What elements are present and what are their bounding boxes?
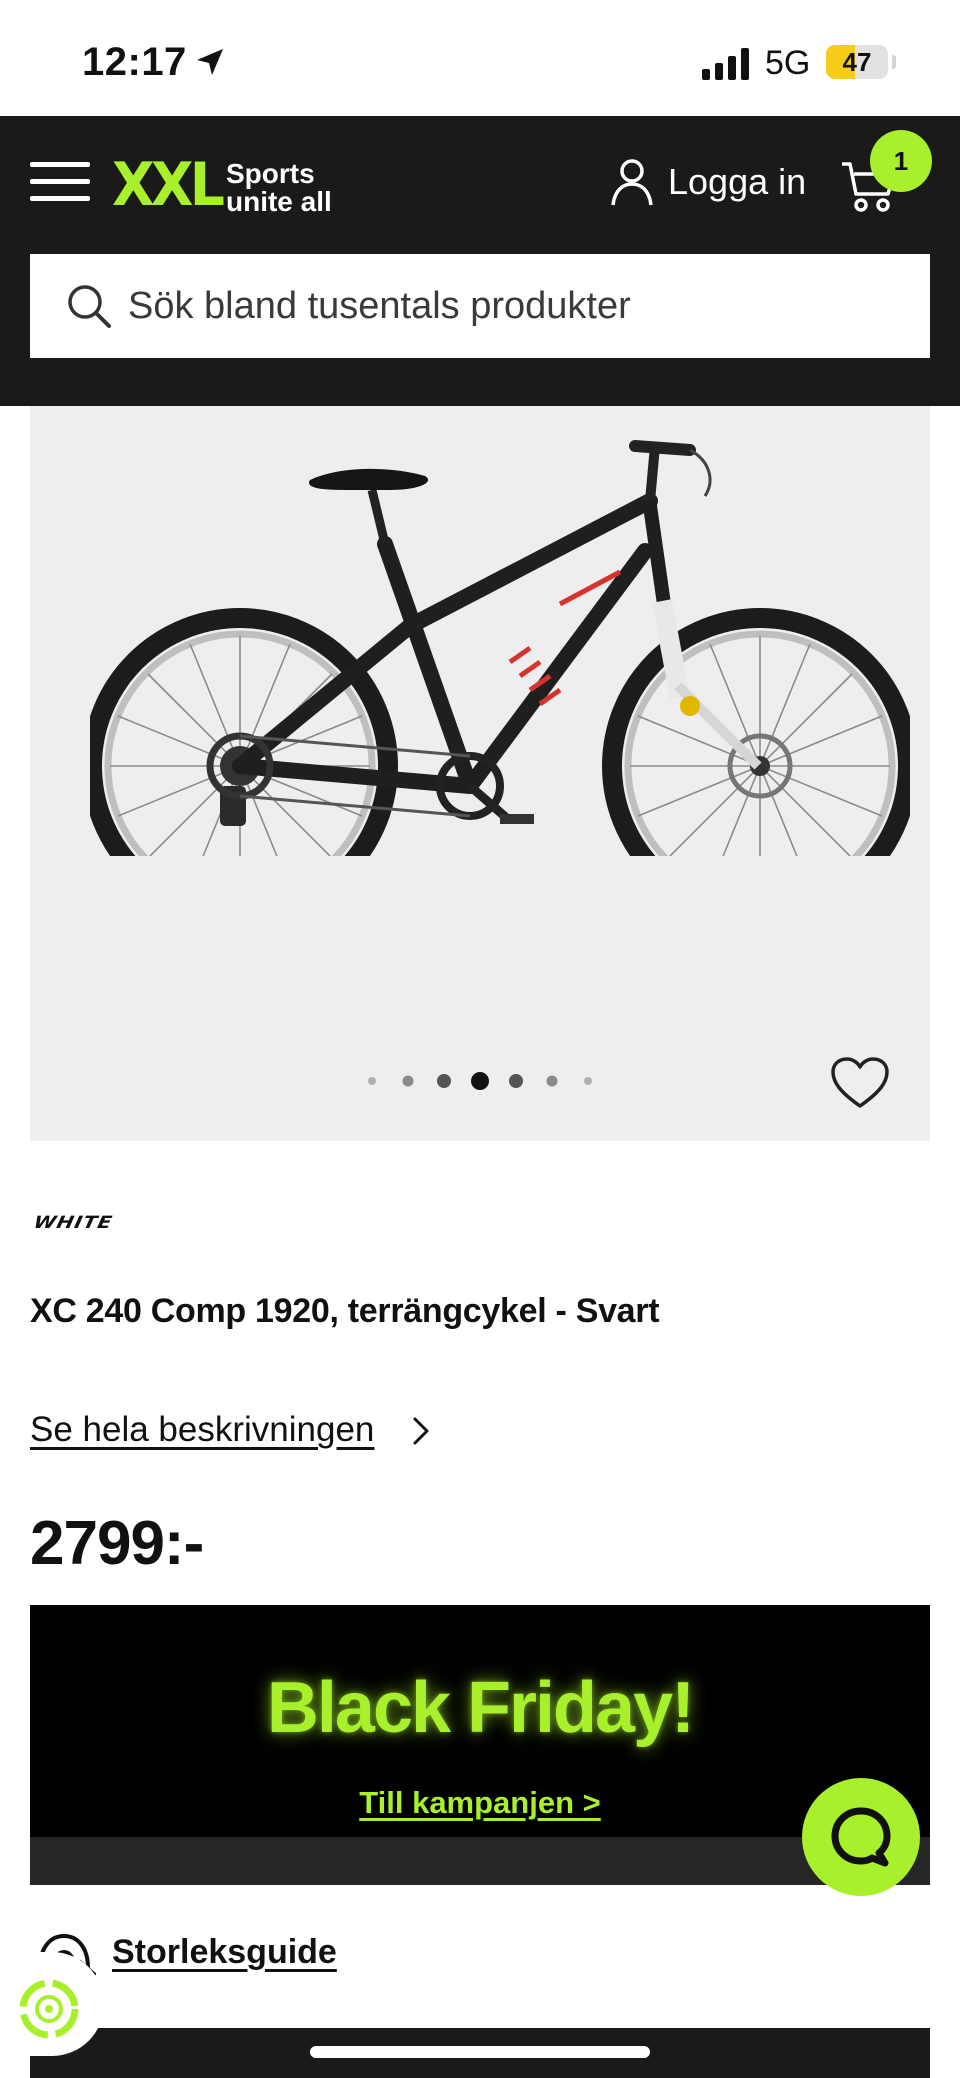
status-time: 12:17 — [82, 40, 187, 84]
search-icon — [68, 285, 111, 328]
location-arrow-icon — [197, 49, 223, 75]
battery-indicator: 47 — [826, 45, 888, 79]
chat-icon — [831, 1807, 891, 1867]
user-icon — [611, 159, 653, 206]
cart-count-badge[interactable]: 1 — [870, 130, 932, 192]
battery-level: 47 — [842, 47, 872, 77]
brand-logo[interactable]: WHITE — [31, 1210, 146, 1234]
product-title: XC 240 Comp 1920, terrängcykel - Svart — [30, 1292, 660, 1330]
site-header: XXL Sports unite all Logga in 1 Sök blan… — [0, 116, 960, 406]
battery-cap — [892, 55, 896, 69]
bike-image — [90, 440, 910, 856]
chevron-right-icon[interactable] — [412, 1416, 430, 1446]
carousel-dot[interactable] — [437, 1074, 451, 1088]
login-label: Logga in — [668, 161, 807, 202]
logo-tagline-line-1: Sports — [226, 158, 315, 189]
login-button[interactable]: Logga in — [610, 154, 806, 210]
see-description-link[interactable]: Se hela beskrivningen — [30, 1410, 374, 1450]
carousel-dot-active[interactable] — [471, 1072, 489, 1090]
size-guide-label: Storleksguide — [112, 1932, 337, 1971]
network-type: 5G — [765, 44, 811, 82]
heart-icon[interactable] — [830, 1056, 890, 1110]
promo-title: Black Friday! — [266, 1668, 695, 1748]
eco-badge-icon — [19, 1979, 79, 2039]
eco-badge[interactable] — [0, 1952, 104, 2056]
promo-link[interactable]: Till kampanjen > — [30, 1785, 930, 1821]
hamburger-menu-icon[interactable] — [30, 158, 90, 206]
promo-section: Black Friday! Till kampanjen > — [30, 1605, 930, 1885]
carousel-dot[interactable] — [584, 1077, 592, 1085]
carousel-dot[interactable] — [546, 1075, 558, 1087]
black-friday-banner[interactable]: Black Friday! Till kampanjen > — [30, 1605, 930, 1837]
carousel-dot[interactable] — [509, 1074, 523, 1088]
carousel-dot[interactable] — [402, 1075, 414, 1087]
product-price: 2799:- — [30, 1509, 204, 1578]
chat-button[interactable] — [802, 1778, 920, 1896]
product-image-gallery[interactable] — [30, 406, 930, 1141]
logo-wordmark: XXL — [112, 150, 225, 220]
promo-link-label: Till kampanjen > — [359, 1785, 601, 1820]
logo-tagline-line-2: unite all — [226, 186, 332, 217]
home-indicator[interactable] — [310, 2046, 650, 2058]
brand-name: WHITE — [31, 1211, 115, 1233]
carousel-pagination — [30, 1066, 930, 1096]
search-input[interactable]: Sök bland tusentals produkter — [30, 254, 930, 358]
logo-tagline: Sports unite all — [226, 160, 332, 216]
cellular-signal-icon — [702, 48, 749, 80]
carousel-dot[interactable] — [368, 1077, 376, 1085]
status-bar: 12:17 5G 47 — [0, 0, 960, 116]
search-placeholder: Sök bland tusentals produkter — [128, 284, 631, 327]
